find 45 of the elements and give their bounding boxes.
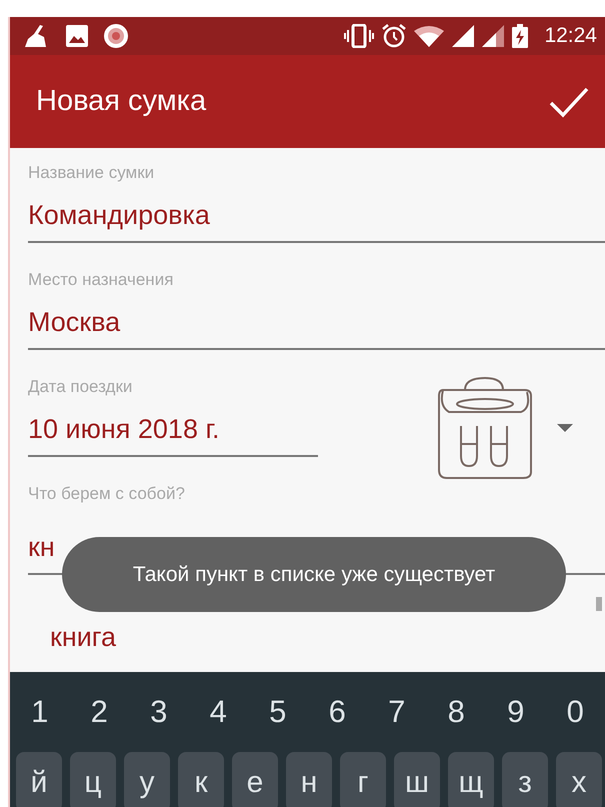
field-label: Дата поездки	[28, 376, 134, 398]
confirm-button[interactable]	[549, 86, 589, 118]
keyboard-key[interactable]: 9	[486, 688, 546, 736]
keyboard-key[interactable]: 8	[426, 688, 486, 736]
bag-icon	[435, 376, 533, 480]
list-item[interactable]: книга	[28, 617, 116, 658]
image-icon	[66, 25, 88, 47]
field-label: Место назначения	[28, 269, 174, 291]
keyboard-key[interactable]: ц	[70, 752, 116, 807]
keyboard-key[interactable]: 2	[70, 688, 129, 736]
keyboard-key[interactable]: 6	[308, 688, 367, 736]
scroll-indicator	[596, 597, 602, 611]
record-icon	[104, 24, 128, 48]
keyboard-key[interactable]: г	[340, 752, 386, 807]
text-field[interactable]: 10 июня 2018 г.	[28, 400, 318, 457]
keyboard-key[interactable]: у	[124, 752, 170, 807]
keyboard-key[interactable]: к	[178, 752, 224, 807]
signal-icon	[452, 25, 474, 47]
duplicate-toast: Такой пункт в списке уже существует	[62, 537, 566, 612]
keyboard-key[interactable]: 4	[188, 688, 248, 736]
signal-icon	[482, 25, 504, 47]
alarm-icon	[382, 24, 406, 48]
text-field[interactable]: Командировка	[28, 186, 605, 243]
keyboard-key[interactable]: щ	[448, 752, 494, 807]
keyboard-key[interactable]: 3	[129, 688, 188, 736]
screen-title: Новая сумка	[36, 84, 206, 119]
keyboard-key[interactable]: н	[286, 752, 332, 807]
keyboard-key[interactable]: х	[556, 752, 602, 807]
text-field[interactable]: Москва	[28, 292, 605, 350]
field-label: Что берем с собой?	[28, 483, 186, 505]
keyboard-key[interactable]: 5	[248, 688, 308, 736]
checkmark-icon	[549, 86, 589, 118]
wifi-icon	[414, 25, 444, 47]
keyboard-key[interactable]: 1	[10, 688, 70, 736]
keyboard-key[interactable]: 7	[367, 688, 426, 736]
field-label: Название сумки	[28, 162, 156, 184]
keyboard-key[interactable]: 0	[546, 688, 605, 736]
status-time: 12:24	[544, 23, 597, 50]
battery-charging-icon	[512, 24, 528, 48]
dropdown-caret-icon[interactable]	[557, 424, 573, 432]
keyboard-key[interactable]: й	[16, 752, 62, 807]
keyboard-key[interactable]: е	[232, 752, 278, 807]
keyboard-key[interactable]: ш	[394, 752, 440, 807]
vibrate-icon	[344, 24, 374, 48]
keyboard-key[interactable]: з	[502, 752, 548, 807]
